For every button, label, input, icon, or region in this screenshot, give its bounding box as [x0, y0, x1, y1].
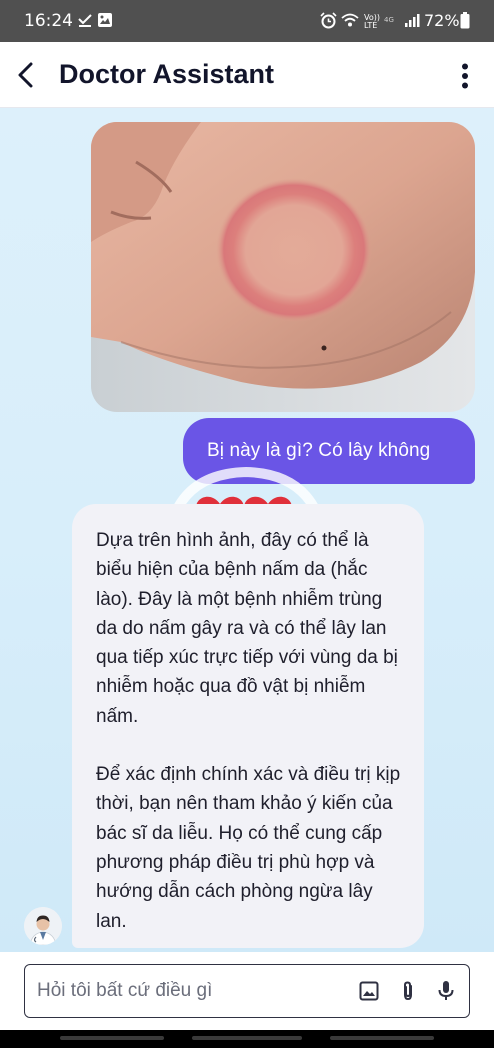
system-navigation-bar: [0, 1030, 494, 1048]
assistant-message[interactable]: Dựa trên hình ảnh, đây có thể là biểu hi…: [72, 504, 424, 948]
image-icon: [359, 981, 379, 1001]
battery-icon: [460, 12, 470, 29]
more-vertical-icon: [462, 63, 468, 89]
doctor-avatar-icon: [24, 907, 62, 945]
svg-text:LTE: LTE: [364, 21, 377, 29]
message-input[interactable]: [37, 965, 347, 1016]
image-icon: [98, 13, 112, 27]
status-time: 16:24: [24, 11, 73, 31]
page-title: Doctor Assistant: [59, 59, 275, 89]
chat-area[interactable]: Bị này là gì? Có lây không Dựa trên hình…: [0, 108, 494, 952]
alarm-icon: [320, 12, 337, 29]
battery-percentage: 72%: [424, 11, 460, 30]
back-arrow-icon: [18, 62, 33, 88]
back-button[interactable]: [8, 56, 44, 94]
assistant-message-paragraph: Dựa trên hình ảnh, đây có thể là biểu hi…: [96, 530, 398, 727]
voice-input-button[interactable]: [434, 979, 458, 1003]
more-options-button[interactable]: [450, 58, 480, 94]
assistant-message-paragraph: Để xác định chính xác và điều trị kịp th…: [96, 764, 401, 932]
user-image-message[interactable]: [91, 122, 475, 412]
svg-text:4G: 4G: [384, 16, 394, 24]
download-done-icon: [78, 14, 92, 27]
skin-photo: [91, 122, 475, 412]
wifi-icon: [341, 13, 359, 27]
message-input-box[interactable]: [24, 964, 470, 1018]
app-header: Doctor Assistant: [0, 42, 494, 108]
attachment-icon: [404, 981, 412, 1001]
attach-button[interactable]: [396, 979, 420, 1003]
volte-icon: Vo)) LTE 4G: [364, 13, 394, 29]
image-upload-button[interactable]: [357, 979, 381, 1003]
composer: [0, 952, 494, 1030]
nav-handle-icon: [60, 1036, 434, 1040]
status-bar: 16:24 Vo)) LTE 4G 72%: [0, 0, 494, 42]
avatar: [24, 907, 62, 945]
signal-icon: [405, 14, 420, 27]
microphone-icon: [438, 981, 454, 1000]
